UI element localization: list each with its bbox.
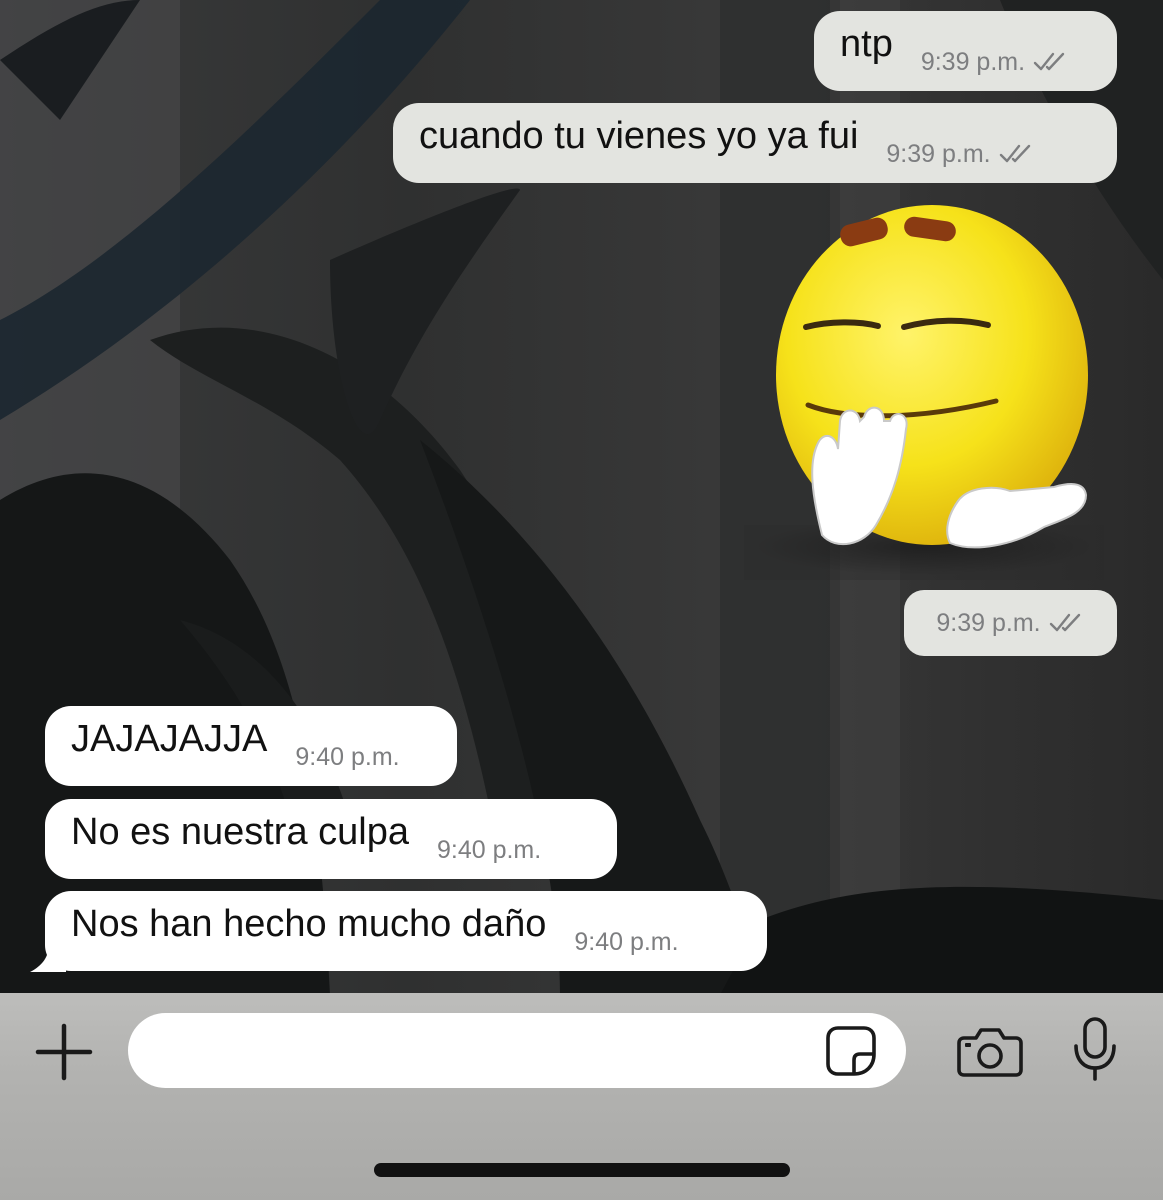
incoming-message[interactable]: No es nuestra culpa 9:40 p.m.: [45, 799, 617, 879]
message-time: 9:39 p.m.: [920, 47, 1026, 76]
message-meta: 9:40 p.m.: [295, 743, 399, 772]
message-meta: 9:39 p.m.: [921, 48, 1069, 77]
message-text: cuando tu vienes yo ya fui: [419, 114, 859, 157]
message-time: 9:40 p.m.: [436, 835, 542, 864]
double-check-icon: [999, 144, 1030, 163]
message-time: 9:39 p.m.: [886, 139, 991, 168]
message-text: JAJAJAJJA: [71, 717, 268, 760]
sticker-meta: 9:39 p.m.: [904, 590, 1117, 656]
message-time: 9:40 p.m.: [574, 927, 679, 956]
double-check-icon: [1049, 613, 1080, 632]
smirking-emoji-sticker-icon[interactable]: [744, 195, 1104, 580]
message-text: Nos han hecho mucho daño: [71, 902, 547, 945]
microphone-icon[interactable]: [1072, 1016, 1118, 1082]
message-meta: 9:40 p.m.: [574, 928, 678, 957]
camera-icon[interactable]: [956, 1026, 1024, 1078]
message-input[interactable]: [128, 1013, 906, 1088]
chat-screen: ntp 9:39 p.m. cuando tu vienes yo ya fui…: [0, 0, 1163, 1200]
double-check-icon: [1033, 52, 1065, 71]
message-time: 9:39 p.m.: [936, 608, 1041, 637]
message-meta: 9:40 p.m.: [437, 836, 541, 865]
message-list[interactable]: ntp 9:39 p.m. cuando tu vienes yo ya fui…: [0, 0, 1163, 995]
message-time: 9:40 p.m.: [295, 742, 400, 771]
outgoing-message[interactable]: cuando tu vienes yo ya fui 9:39 p.m.: [393, 103, 1117, 183]
message-text: No es nuestra culpa: [71, 810, 409, 853]
plus-icon[interactable]: [34, 1022, 94, 1082]
home-indicator[interactable]: [374, 1163, 790, 1177]
incoming-message[interactable]: Nos han hecho mucho daño 9:40 p.m.: [45, 891, 767, 971]
message-text: ntp: [840, 22, 893, 65]
message-meta: 9:39 p.m.: [886, 140, 1034, 169]
outgoing-message[interactable]: ntp 9:39 p.m.: [814, 11, 1117, 91]
sticker-icon[interactable]: [824, 1024, 878, 1078]
incoming-message[interactable]: JAJAJAJJA 9:40 p.m.: [45, 706, 457, 786]
